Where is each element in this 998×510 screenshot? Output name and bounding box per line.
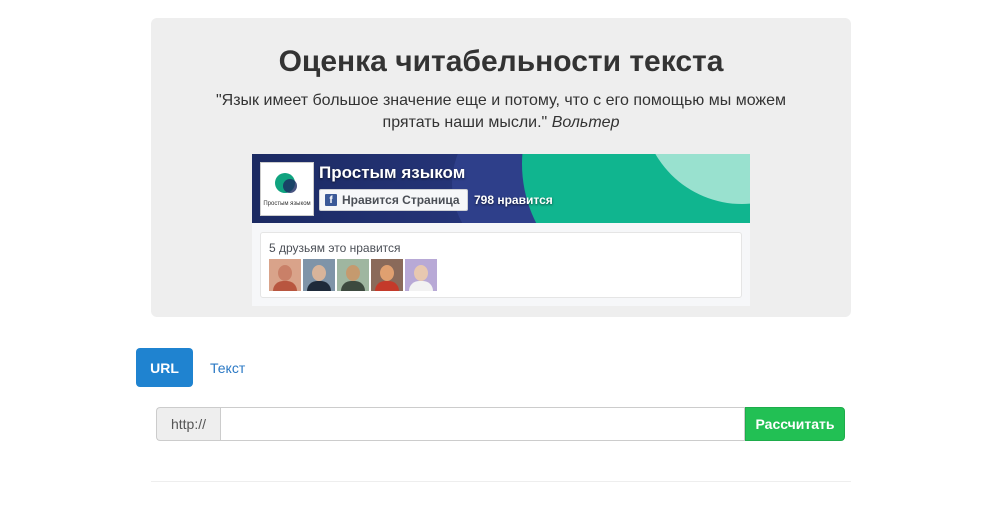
fb-friend-avatars — [269, 259, 437, 291]
quote-author: Вольтер — [551, 114, 620, 131]
page-title: Оценка читабельности текста — [278, 45, 724, 78]
facebook-page-widget: Простым языком Простым языком f Нравится… — [252, 154, 750, 306]
calculate-button[interactable]: Рассчитать — [745, 407, 845, 441]
fb-like-page-button[interactable]: f Нравится Страница — [319, 189, 468, 211]
url-form: http:// Рассчитать — [156, 407, 845, 441]
friend-avatar[interactable] — [337, 259, 369, 291]
quote: "Язык имеет большое значение еще и потом… — [211, 90, 791, 134]
jumbotron: Оценка читабельности текста "Язык имеет … — [151, 18, 851, 317]
friend-avatar[interactable] — [405, 259, 437, 291]
fb-like-count: 798 нравится — [474, 193, 553, 207]
fb-like-label: Нравится Страница — [342, 193, 460, 207]
fb-friends-box: 5 друзьям это нравится — [260, 232, 742, 298]
tab-text[interactable]: Текст — [195, 348, 260, 387]
fb-friends-text: 5 друзьям это нравится — [269, 241, 401, 255]
friend-avatar[interactable] — [269, 259, 301, 291]
url-prefix: http:// — [156, 407, 220, 441]
facebook-f-icon: f — [325, 194, 337, 206]
fb-page-logo[interactable]: Простым языком — [260, 162, 314, 216]
tab-url[interactable]: URL — [136, 348, 193, 387]
quote-text: "Язык имеет большое значение еще и потом… — [215, 92, 787, 131]
input-mode-tabs: URL Текст — [136, 348, 260, 387]
friend-avatar[interactable] — [303, 259, 335, 291]
fb-cover-image[interactable]: Простым языком Простым языком f Нравится… — [252, 154, 750, 223]
url-input[interactable] — [220, 407, 745, 441]
divider — [151, 481, 851, 482]
friend-avatar[interactable] — [371, 259, 403, 291]
fb-logo-caption: Простым языком — [263, 201, 311, 207]
fb-page-name[interactable]: Простым языком — [319, 163, 465, 183]
